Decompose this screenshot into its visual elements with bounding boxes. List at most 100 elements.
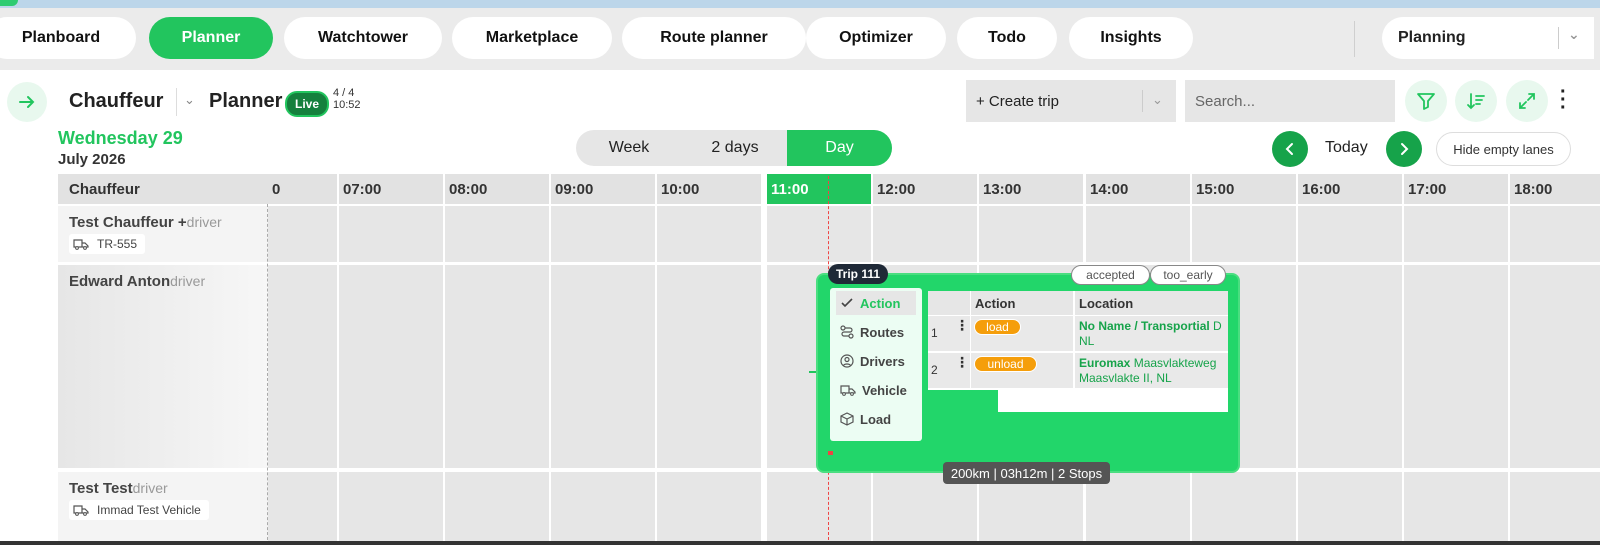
trip-label: Trip 111 — [828, 264, 889, 284]
lane-cell[interactable] — [657, 265, 761, 468]
table-scrollbar[interactable] — [928, 390, 998, 412]
date-month: July 2026 — [58, 151, 126, 168]
lane-cell[interactable] — [979, 206, 1083, 262]
lane-cell[interactable] — [339, 265, 443, 468]
box-icon — [840, 412, 854, 426]
view-2days[interactable]: 2 days — [682, 130, 788, 166]
lane-cell[interactable] — [268, 206, 337, 262]
sort-button[interactable] — [1455, 80, 1497, 122]
menu-label: Load — [860, 411, 892, 427]
tab-insights[interactable]: Insights — [1069, 17, 1193, 59]
lane-cell[interactable] — [339, 206, 443, 262]
stops-table: Action Location 1 ⋮⋮ load No Name / Tran… — [928, 291, 1228, 412]
lane-label[interactable]: Test Chauffeur +driver TR-555 — [58, 206, 268, 262]
tab-planner[interactable]: Planner — [149, 17, 273, 59]
driver-role: driver — [170, 273, 206, 289]
vehicle-chip: Immad Test Vehicle — [69, 500, 209, 520]
trip-side-menu: Action Routes Drivers Vehicle Load — [830, 288, 922, 441]
hour-header: 13:00 — [979, 174, 1083, 204]
logo-fragment — [0, 0, 18, 6]
lane-cell[interactable] — [551, 206, 655, 262]
filter-button[interactable] — [1405, 80, 1447, 122]
date-weekday: Wednesday 29 — [58, 128, 183, 148]
mode-select[interactable]: Planning ⌄ — [1382, 17, 1594, 59]
driver-name: Test Testdriver — [69, 480, 168, 497]
menu-item-action[interactable]: Action — [836, 291, 916, 315]
chevron-down-icon: ⌄ — [1568, 26, 1580, 42]
stop-index: 1 — [931, 326, 938, 340]
live-badge: Live — [285, 91, 330, 117]
lane-cell[interactable] — [767, 206, 871, 262]
hour-header: 16:00 — [1298, 174, 1402, 204]
tab-marketplace[interactable]: Marketplace — [452, 17, 612, 59]
lane-cell[interactable] — [657, 472, 761, 545]
driver-role: driver — [132, 480, 168, 496]
nav-divider — [1354, 21, 1355, 57]
tab-todo[interactable]: Todo — [957, 17, 1057, 59]
driver-name: Edward Antondriver — [69, 273, 205, 290]
arrow-right-icon — [19, 96, 35, 108]
location-line2: Maasvlakte II, NL — [1079, 371, 1172, 385]
trip-marker — [828, 451, 833, 455]
hide-empty-lanes-button[interactable]: Hide empty lanes — [1436, 132, 1571, 166]
lane-cell[interactable] — [551, 265, 655, 468]
lane-cell[interactable] — [445, 265, 549, 468]
lane-cell[interactable] — [1192, 472, 1296, 545]
expand-button[interactable] — [1506, 80, 1548, 122]
create-trip-select[interactable]: + Create trip ⌄ — [966, 80, 1176, 122]
trip-count: 4 / 4 — [333, 87, 355, 99]
lane-cell[interactable] — [1298, 206, 1402, 262]
driver-name: Test Chauffeur +driver — [69, 214, 222, 231]
menu-item-routes[interactable]: Routes — [836, 320, 916, 344]
lane-cell[interactable] — [1510, 206, 1600, 262]
filter-icon — [1417, 93, 1435, 110]
lane-cell[interactable] — [1510, 472, 1600, 545]
lane-cell[interactable] — [445, 206, 549, 262]
lane-cell[interactable] — [1086, 206, 1190, 262]
view-week[interactable]: Week — [576, 130, 682, 166]
lane-cell[interactable] — [1298, 265, 1402, 468]
menu-item-vehicle[interactable]: Vehicle — [836, 378, 916, 402]
location-line2: NL — [1079, 334, 1095, 348]
lane-label[interactable]: Edward Antondriver — [58, 265, 268, 468]
action-badge-unload: unload — [974, 356, 1037, 372]
lane-cell[interactable] — [268, 265, 337, 468]
lane-cell[interactable] — [1298, 472, 1402, 545]
vehicle-name: TR-555 — [97, 237, 138, 251]
top-strip — [0, 0, 1600, 8]
lane-label[interactable]: Test Testdriver Immad Test Vehicle — [58, 472, 268, 545]
chevron-down-icon[interactable]: ⌄ — [184, 92, 195, 108]
more-menu-icon[interactable]: · · · — [1560, 82, 1567, 118]
tab-optimizer[interactable]: Optimizer — [806, 17, 946, 59]
next-day-button[interactable] — [1386, 131, 1422, 167]
lane-cell[interactable] — [1404, 206, 1508, 262]
lane-cell[interactable] — [1404, 265, 1508, 468]
truck-icon — [73, 505, 89, 516]
lane-cell[interactable] — [767, 472, 871, 545]
lane-cell[interactable] — [1192, 206, 1296, 262]
menu-item-drivers[interactable]: Drivers — [836, 349, 916, 373]
action-badge-load: load — [974, 319, 1021, 335]
lane-cell[interactable] — [1404, 472, 1508, 545]
lane-cell[interactable] — [445, 472, 549, 545]
lane-cell[interactable] — [268, 472, 337, 545]
search-input[interactable] — [1185, 80, 1395, 122]
day-start-line — [267, 204, 268, 545]
today-button[interactable]: Today — [1325, 139, 1368, 157]
tab-watchtower[interactable]: Watchtower — [284, 17, 442, 59]
chevron-right-icon — [1401, 143, 1409, 155]
tab-route-planner[interactable]: Route planner — [622, 17, 806, 59]
lane-cell[interactable] — [551, 472, 655, 545]
stop-location: Euromax Maasvlakteweg Maasvlakte II, NL — [1079, 356, 1216, 386]
lane-cell[interactable] — [339, 472, 443, 545]
collapse-arrow-button[interactable] — [7, 82, 47, 122]
menu-item-load[interactable]: Load — [836, 407, 916, 431]
tab-planboard[interactable]: Planboard — [0, 17, 136, 59]
hour-header: 17:00 — [1404, 174, 1508, 204]
prev-day-button[interactable] — [1272, 131, 1308, 167]
lane-cell[interactable] — [1510, 265, 1600, 468]
lane-cell[interactable] — [873, 206, 977, 262]
column-header-chauffeur: Chauffeur — [58, 174, 268, 204]
lane-cell[interactable] — [657, 206, 761, 262]
view-day[interactable]: Day — [787, 130, 892, 166]
